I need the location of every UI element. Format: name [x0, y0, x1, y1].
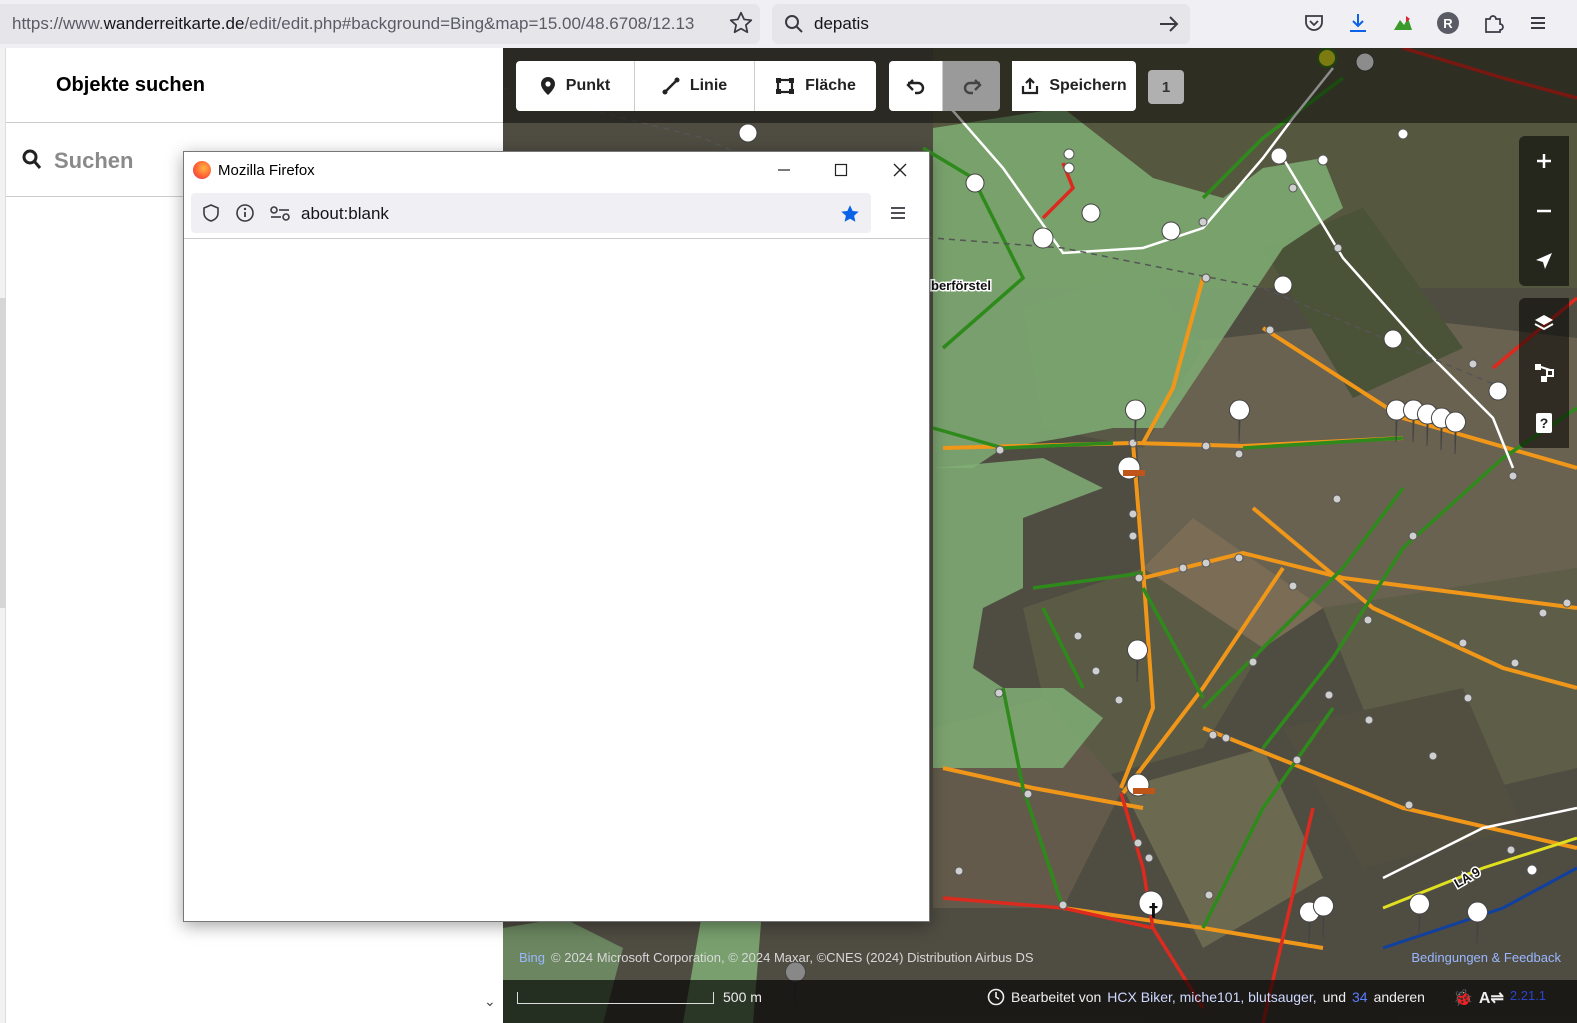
editor-list[interactable]: HCX Biker, miche101, blutsauger,	[1107, 989, 1316, 1005]
url-prefix: https://www.	[12, 14, 104, 33]
add-line-button[interactable]: Linie	[635, 61, 755, 111]
edited-by-prefix: Bearbeitet von	[1011, 989, 1102, 1005]
popup-page-content[interactable]	[184, 239, 929, 921]
maximize-icon	[834, 163, 848, 177]
map-data-icon	[1535, 364, 1554, 382]
panel-title: Objekte suchen	[56, 74, 205, 96]
map-pin-icon	[540, 77, 555, 95]
bookmarked-star-icon[interactable]	[839, 203, 861, 225]
history-clock-icon[interactable]	[987, 988, 1005, 1006]
and-word: und	[1322, 989, 1346, 1005]
search-bar[interactable]: depatis	[772, 4, 1190, 44]
add-point-button[interactable]: Punkt	[516, 61, 635, 111]
attribution-text: © 2024 Microsoft Corporation, © 2024 Max…	[551, 950, 1034, 965]
minimize-button[interactable]	[771, 158, 797, 182]
zoom-in-button[interactable]	[1519, 136, 1569, 186]
search-icon	[785, 15, 803, 33]
help-button[interactable]: ?	[1519, 398, 1569, 448]
add-point-label: Punkt	[565, 77, 611, 94]
scroll-down-icon[interactable]: ⌄	[484, 993, 496, 1010]
bug-report-icon[interactable]: 🐞	[1453, 988, 1473, 1008]
others-word: anderen	[1373, 989, 1425, 1005]
profile-avatar[interactable]: R	[1436, 11, 1460, 35]
undo-icon	[905, 79, 924, 95]
redo-button[interactable]	[943, 61, 1000, 111]
add-area-button[interactable]: Fläche	[755, 61, 876, 111]
download-icon[interactable]	[1346, 11, 1370, 35]
upload-icon	[1022, 77, 1039, 95]
terms-feedback-link[interactable]: Bedingungen & Feedback	[1411, 950, 1561, 965]
version-link[interactable]: 2.21.1	[1510, 988, 1546, 1008]
translate-icon[interactable]: A⇌	[1479, 988, 1504, 1008]
pending-changes-count: 1	[1148, 70, 1184, 104]
popup-titlebar[interactable]: Mozilla Firefox	[184, 152, 929, 188]
extensions-puzzle-icon[interactable]	[1481, 11, 1505, 35]
line-icon	[662, 77, 680, 95]
close-icon	[893, 163, 907, 177]
svg-text:†: †	[1149, 900, 1158, 921]
undo-button[interactable]	[889, 61, 943, 111]
scale-label: 500 m	[723, 989, 762, 1005]
pocket-icon[interactable]	[1302, 11, 1326, 35]
geolocate-button[interactable]	[1519, 236, 1569, 286]
firefox-popup-window[interactable]: Mozilla Firefox about:blank	[183, 151, 930, 922]
popup-address-text: about:blank	[301, 204, 389, 223]
map-panel-controls: ?	[1519, 298, 1569, 448]
map-attribution: Bing © 2024 Microsoft Corporation, © 2024…	[519, 950, 1034, 965]
help-icon: ?	[1536, 413, 1552, 433]
layers-icon	[1534, 315, 1554, 331]
zoom-out-button[interactable]	[1519, 186, 1569, 236]
maximize-button[interactable]	[828, 158, 854, 182]
tracking-shield-icon[interactable]	[201, 203, 221, 223]
go-arrow-icon[interactable]	[1158, 13, 1180, 35]
search-value: depatis	[814, 14, 869, 33]
redo-icon	[963, 79, 982, 95]
url-domain: wanderreitkarte.de	[103, 14, 245, 33]
footer-tools: 🐞 A⇌ 2.21.1	[1453, 988, 1546, 1008]
url-path: /edit/edit.php#background=Bing&map=15.00…	[244, 14, 695, 33]
app-menu-icon[interactable]	[1526, 11, 1550, 35]
url-bar[interactable]: https://www. wanderreitkarte.de/edit/edit…	[0, 4, 760, 44]
popup-window-title: Mozilla Firefox	[218, 162, 315, 179]
attribution-provider[interactable]: Bing	[519, 950, 545, 965]
popup-menu-icon[interactable]	[888, 203, 908, 223]
bookmark-star-icon[interactable]	[728, 10, 754, 36]
zoom-controls	[1519, 136, 1569, 286]
popup-address-bar[interactable]: about:blank	[191, 193, 871, 233]
plus-icon	[1537, 154, 1551, 168]
background-layers-button[interactable]	[1519, 298, 1569, 348]
edited-by: Bearbeitet von HCX Biker, miche101, blut…	[987, 988, 1425, 1006]
permissions-icon[interactable]	[269, 203, 291, 223]
svg-text:?: ?	[1540, 415, 1549, 431]
save-button[interactable]: Speichern	[1012, 61, 1136, 111]
firefox-logo-icon	[193, 161, 211, 179]
panel-resize-handle[interactable]	[0, 298, 6, 608]
others-count[interactable]: 34	[1352, 989, 1368, 1005]
map-footer: 500 m Bearbeitet von HCX Biker, miche101…	[503, 980, 1577, 1023]
scale-bar[interactable]	[517, 992, 714, 1004]
minimize-icon	[778, 169, 790, 171]
map-data-button[interactable]	[1519, 348, 1569, 398]
area-icon	[776, 78, 795, 94]
close-button[interactable]	[887, 158, 913, 182]
search-icon	[22, 149, 42, 169]
extension-map-icon[interactable]	[1391, 11, 1415, 35]
save-label: Speichern	[1049, 77, 1127, 94]
minus-icon	[1537, 209, 1551, 213]
location-arrow-icon	[1536, 253, 1552, 269]
info-icon[interactable]	[235, 203, 255, 223]
add-line-label: Linie	[689, 77, 728, 94]
profile-initial: R	[1437, 12, 1459, 34]
add-area-label: Fläche	[805, 77, 856, 94]
browser-toolbar: https://www. wanderreitkarte.de/edit/edit…	[0, 0, 1577, 48]
place-label: berförstel	[931, 278, 991, 293]
